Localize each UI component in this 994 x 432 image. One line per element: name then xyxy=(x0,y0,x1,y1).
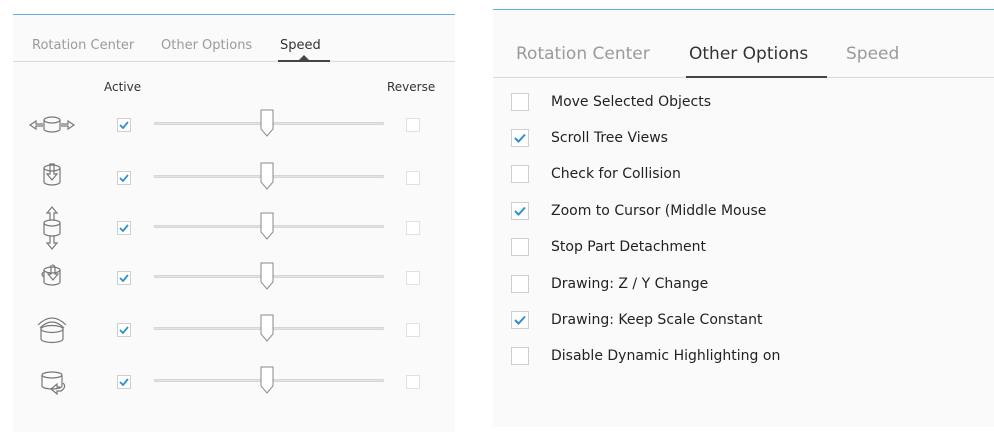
option-label: Zoom to Cursor (Middle Mouse xyxy=(551,203,767,219)
tab-other-options[interactable]: Other Options xyxy=(161,38,252,53)
reverse-column-header: Reverse xyxy=(387,80,436,94)
speed-slider[interactable] xyxy=(154,162,384,192)
option-checkbox[interactable] xyxy=(511,347,529,365)
tab-speed[interactable]: Speed xyxy=(846,44,899,64)
option-move-selected-objects[interactable]: Move Selected Objects xyxy=(511,90,711,114)
reverse-checkbox[interactable] xyxy=(406,271,420,285)
option-keep-scale-constant[interactable]: Drawing: Keep Scale Constant xyxy=(511,308,762,332)
option-zoom-to-cursor[interactable]: Zoom to Cursor (Middle Mouse xyxy=(511,199,766,223)
option-label: Check for Collision xyxy=(551,166,681,182)
option-stop-part-detachment[interactable]: Stop Part Detachment xyxy=(511,235,706,259)
option-drawing-zy-change[interactable]: Drawing: Z / Y Change xyxy=(511,272,708,296)
tilt-icon xyxy=(41,264,61,286)
reverse-checkbox[interactable] xyxy=(406,221,420,235)
speed-row-tilt xyxy=(13,260,455,300)
option-label: Move Selected Objects xyxy=(551,94,712,110)
option-checkbox[interactable] xyxy=(511,165,529,183)
reverse-checkbox[interactable] xyxy=(406,171,420,185)
tab-speed[interactable]: Speed xyxy=(280,38,321,53)
speed-row-dolly xyxy=(13,206,455,250)
pan-arrows-icon xyxy=(28,116,76,133)
reverse-checkbox[interactable] xyxy=(406,375,420,389)
active-checkbox[interactable] xyxy=(117,171,131,185)
tab-rotation-center[interactable]: Rotation Center xyxy=(516,44,650,64)
active-tab-indicator xyxy=(686,76,827,78)
other-options-panel: Rotation Center Other Options Speed Move… xyxy=(493,9,994,427)
speed-settings-panel: Rotation Center Other Options Speed Acti… xyxy=(13,14,455,432)
active-checkbox[interactable] xyxy=(117,118,131,132)
speed-slider[interactable] xyxy=(154,366,384,396)
active-checkbox[interactable] xyxy=(117,323,131,337)
option-label: Drawing: Keep Scale Constant xyxy=(551,312,763,328)
option-check-for-collision[interactable]: Check for Collision xyxy=(511,162,681,186)
option-label: Disable Dynamic Highlighting on xyxy=(551,348,781,364)
zoom-down-icon xyxy=(43,163,61,186)
active-checkbox[interactable] xyxy=(117,375,131,389)
option-checkbox[interactable] xyxy=(511,238,529,256)
speed-slider[interactable] xyxy=(154,212,384,242)
slider-thumb[interactable] xyxy=(259,366,275,394)
speed-row-roll xyxy=(13,312,455,352)
roll-icon xyxy=(37,317,67,344)
option-checkbox[interactable] xyxy=(511,93,529,111)
option-label: Stop Part Detachment xyxy=(551,239,707,255)
slider-thumb[interactable] xyxy=(259,212,275,240)
tab-divider xyxy=(13,61,455,62)
zoom-updown-icon xyxy=(43,206,61,250)
active-checkbox[interactable] xyxy=(117,271,131,285)
speed-slider[interactable] xyxy=(154,262,384,292)
option-checkbox[interactable] xyxy=(511,311,529,329)
reverse-checkbox[interactable] xyxy=(406,323,420,337)
slider-thumb[interactable] xyxy=(259,262,275,290)
option-label: Scroll Tree Views xyxy=(551,130,668,146)
slider-thumb[interactable] xyxy=(259,109,275,137)
tab-other-options[interactable]: Other Options xyxy=(689,44,808,64)
slider-thumb[interactable] xyxy=(259,314,275,342)
option-scroll-tree-views[interactable]: Scroll Tree Views xyxy=(511,126,668,150)
reverse-checkbox[interactable] xyxy=(406,118,420,132)
active-tab-caret xyxy=(299,55,309,60)
active-column-header: Active xyxy=(104,80,142,94)
speed-row-pan xyxy=(13,107,455,147)
speed-row-zoom xyxy=(13,160,455,200)
option-label: Drawing: Z / Y Change xyxy=(551,276,709,292)
active-checkbox[interactable] xyxy=(117,221,131,235)
slider-thumb[interactable] xyxy=(259,162,275,190)
speed-slider[interactable] xyxy=(154,109,384,139)
option-checkbox[interactable] xyxy=(511,275,529,293)
tab-rotation-center[interactable]: Rotation Center xyxy=(32,38,134,53)
speed-slider[interactable] xyxy=(154,314,384,344)
active-tab-indicator xyxy=(278,60,330,62)
speed-row-spin xyxy=(13,364,455,404)
spin-icon xyxy=(41,371,66,396)
option-checkbox[interactable] xyxy=(511,129,529,147)
option-checkbox[interactable] xyxy=(511,202,529,220)
option-disable-dynamic-highlighting[interactable]: Disable Dynamic Highlighting on xyxy=(511,344,780,368)
